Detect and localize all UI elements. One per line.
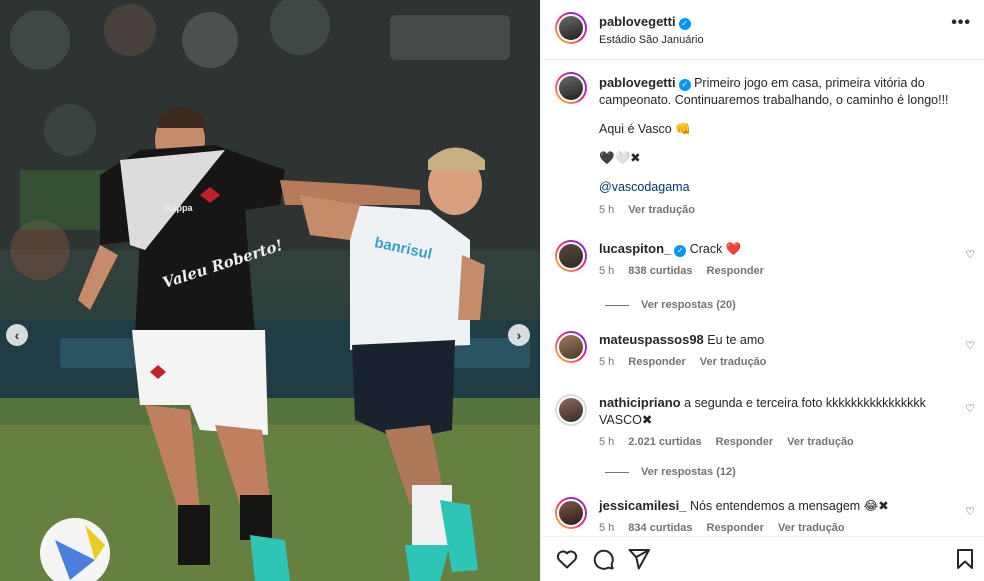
comment-text: Crack ❤️ [689,242,742,256]
post-header: pablovegetti ✓ Estádio São Januário ••• [541,0,984,60]
comment-icon[interactable] [591,547,615,571]
share-icon[interactable] [627,547,651,571]
author-avatar[interactable] [555,12,587,44]
post-action-bar [541,536,984,581]
heart-icon[interactable] [555,547,579,571]
comment-time: 5 h [599,265,615,277]
comment-like-heart-icon[interactable]: ♡ [965,505,975,518]
comment-time: 5 h [599,522,615,534]
caption-author-avatar[interactable] [555,72,587,104]
post-side-panel: pablovegetti ✓ Estádio São Januário ••• p… [540,0,984,581]
comment-translate-link[interactable]: Ver tradução [700,356,767,368]
photo-illustration [0,0,540,581]
caption-author-username[interactable]: pablovegetti [599,75,676,90]
post-location[interactable]: Estádio São Januário [599,34,704,46]
kit-brand: Kappa [165,203,193,213]
comment-translate-link[interactable]: Ver tradução [787,436,854,448]
mention-link[interactable]: @vascodagama [599,180,690,194]
commenter-username[interactable]: jessicamilesi_ [599,498,686,513]
commenter-avatar[interactable] [555,240,587,272]
verified-icon: ✓ [674,245,687,257]
commenter-avatar[interactable] [555,331,587,363]
commenter-avatar[interactable] [555,497,587,529]
comment-time: 5 h [599,356,615,368]
author-username[interactable]: pablovegetti [599,14,676,29]
reply-button[interactable]: Responder [707,522,764,534]
reply-button[interactable]: Responder [707,265,764,277]
commenter-username[interactable]: nathicipriano [599,395,681,410]
comment-translate-link[interactable]: Ver tradução [778,522,845,534]
next-photo-button[interactable]: › [508,324,530,346]
comment-likes[interactable]: 2.021 curtidas [628,436,701,448]
commenter-avatar[interactable] [555,394,587,426]
more-options-icon[interactable]: ••• [951,14,971,32]
comment-time: 5 h [599,436,615,448]
caption-emoji: 🖤🤍✖ [599,151,641,165]
comment-like-heart-icon[interactable]: ♡ [965,248,975,261]
verified-icon: ✓ [678,79,691,91]
verified-icon: ✓ [678,18,691,30]
post-photo: Valeu Roberto! Kappa banrisul ‹ › [0,0,540,581]
view-replies-button[interactable]: Ver respostas (20) [605,299,736,311]
post-caption: pablovegetti ✓ Primeiro jogo em casa, pri… [599,74,969,219]
caption-time: 5 h [599,204,615,216]
comment-like-heart-icon[interactable]: ♡ [965,339,975,352]
comment-like-heart-icon[interactable]: ♡ [965,402,975,415]
commenter-username[interactable]: mateuspassos98 [599,332,704,347]
previous-photo-button[interactable]: ‹ [6,324,28,346]
comment-text: Eu te amo [707,333,765,347]
comment-likes[interactable]: 838 curtidas [628,265,692,277]
reply-button[interactable]: Responder [716,436,773,448]
caption-line-2: Aqui é Vasco 👊 [599,122,691,136]
reply-button[interactable]: Responder [628,356,685,368]
view-replies-button[interactable]: Ver respostas (12) [605,466,736,478]
caption-translate-link[interactable]: Ver tradução [628,204,695,216]
bookmark-icon[interactable] [953,547,977,571]
comment-text: Nós entendemos a mensagem 😂✖ [689,499,889,513]
comment-likes[interactable]: 834 curtidas [628,522,692,534]
commenter-username[interactable]: lucaspiton_ [599,241,671,256]
